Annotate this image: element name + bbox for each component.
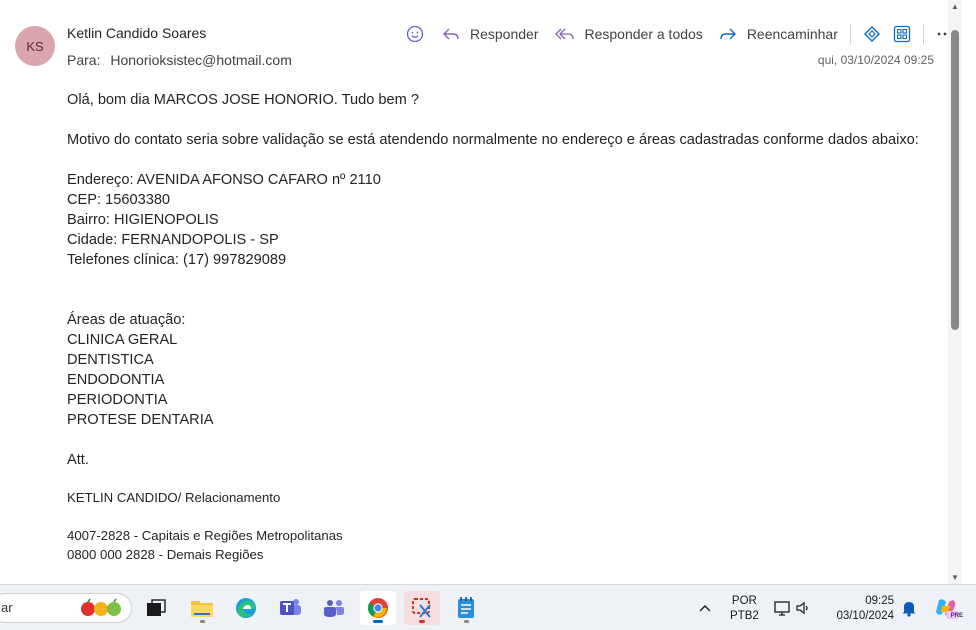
task-view-icon	[147, 599, 166, 616]
email-date: qui, 03/10/2024 09:25	[817, 53, 934, 67]
running-indicator	[200, 620, 205, 623]
email-body: Olá, bom dia MARCOS JOSE HONORIO. Tudo b…	[67, 90, 937, 564]
areas-title: Áreas de atuação:	[67, 312, 186, 328]
taskbar-search[interactable]: ar	[0, 593, 132, 623]
teams-chat-button[interactable]	[316, 591, 352, 625]
loop-icon	[863, 26, 880, 42]
emoji-reaction-button[interactable]	[400, 20, 430, 48]
edge-icon	[236, 598, 256, 618]
edge-button[interactable]	[228, 591, 264, 625]
search-text: ar	[1, 600, 13, 615]
motivo-text: Motivo do contato seria sobre validação …	[67, 132, 919, 148]
clock-date: 03/10/2024	[836, 610, 894, 622]
folder-icon	[191, 601, 213, 617]
reply-all-icon	[554, 28, 574, 40]
loop-button[interactable]	[857, 20, 887, 48]
clock-time: 09:25	[865, 595, 894, 607]
address-line: Cidade: FERNANDOPOLIS - SP	[67, 232, 279, 248]
address-line: CEP: 15603380	[67, 192, 171, 208]
message-toolbar: Responder Responder a todos Reencaminhar	[400, 20, 960, 48]
snipping-tool-button[interactable]	[404, 591, 440, 625]
fruit-highlight-icon	[81, 598, 121, 616]
keyboard-layout: PTB2	[730, 610, 759, 622]
area-item: PERIODONTIA	[67, 392, 168, 408]
running-indicator	[419, 620, 425, 623]
att-text: Att.	[67, 452, 89, 468]
sender-name[interactable]: Ketlin Candido Soares	[67, 25, 206, 41]
toolbar-divider	[922, 24, 924, 44]
windows-taskbar: ar POR PTB2 09:25 03/10/2024 PRE	[0, 584, 976, 630]
notepad-icon	[458, 597, 474, 618]
reply-button[interactable]: Responder	[436, 20, 545, 48]
network-icon	[774, 601, 790, 616]
task-view-button[interactable]	[138, 591, 174, 625]
smiley-icon	[406, 25, 424, 43]
running-indicator	[373, 620, 383, 623]
sender-avatar[interactable]: KS	[15, 26, 55, 66]
notifications-button[interactable]	[896, 591, 922, 625]
input-language-indicator[interactable]: POR PTB2	[730, 594, 759, 624]
greeting-text: Olá, bom dia MARCOS JOSE HONORIO. Tudo b…	[67, 92, 419, 108]
apps-button[interactable]	[887, 20, 917, 48]
email-reading-pane: KS Ketlin Candido Soares Para: Honorioks…	[0, 0, 962, 584]
file-explorer-button[interactable]	[184, 591, 220, 625]
volume-icon	[796, 601, 808, 615]
forward-label: Reencaminhar	[746, 26, 838, 42]
chevron-up-icon	[699, 605, 711, 612]
snipping-tool-icon	[412, 598, 431, 618]
show-hidden-icons-button[interactable]	[690, 591, 720, 625]
preview-badge: PRE	[950, 613, 963, 619]
notepad-button[interactable]	[448, 591, 484, 625]
scroll-thumb[interactable]	[951, 30, 959, 330]
reply-all-label: Responder a todos	[584, 26, 703, 42]
teams-chat-icon	[324, 600, 344, 617]
recipient-row: Para: Honorioksistec@hotmail.com	[67, 52, 292, 68]
language-code: POR	[731, 595, 757, 607]
address-line: Telefones clínica: (17) 997829089	[67, 252, 287, 268]
to-label: Para:	[67, 52, 101, 68]
running-indicator	[464, 620, 469, 623]
signature-phone: 4007-2828 - Capitais e Regiões Metropoli…	[67, 528, 343, 543]
apps-grid-icon	[893, 25, 911, 43]
area-item: PROTESE DENTARIA	[67, 412, 214, 428]
chrome-icon	[367, 598, 388, 618]
copilot-button[interactable]: PRE	[926, 591, 966, 625]
teams-work-button[interactable]	[272, 591, 308, 625]
reply-icon	[443, 28, 459, 40]
scroll-down-arrow[interactable]: ▼	[951, 573, 959, 582]
forward-button[interactable]: Reencaminhar	[713, 20, 844, 48]
reply-label: Responder	[470, 26, 539, 42]
signature-name: KETLIN CANDIDO/ Relacionamento	[67, 490, 281, 505]
network-volume-button[interactable]	[770, 591, 816, 625]
area-item: ENDODONTIA	[67, 372, 165, 388]
area-item: CLINICA GERAL	[67, 332, 178, 348]
recipient-address[interactable]: Honorioksistec@hotmail.com	[110, 52, 292, 68]
reply-all-button[interactable]: Responder a todos	[549, 20, 709, 48]
chrome-button[interactable]	[360, 591, 396, 625]
address-line: Endereço: AVENIDA AFONSO CAFARO nº 2110	[67, 172, 381, 188]
scroll-up-arrow[interactable]: ▲	[951, 2, 959, 11]
signature-phone: 0800 000 2828 - Demais Regiões	[67, 547, 264, 562]
toolbar-divider	[849, 24, 851, 44]
address-line: Bairro: HIGIENOPOLIS	[67, 212, 219, 228]
bell-icon	[902, 602, 916, 617]
forward-icon	[720, 28, 736, 40]
system-clock[interactable]: 09:25 03/10/2024	[828, 594, 894, 624]
area-item: DENTISTICA	[67, 352, 154, 368]
vertical-scrollbar[interactable]: ▲ ▼	[948, 0, 962, 584]
teams-icon	[280, 599, 301, 615]
